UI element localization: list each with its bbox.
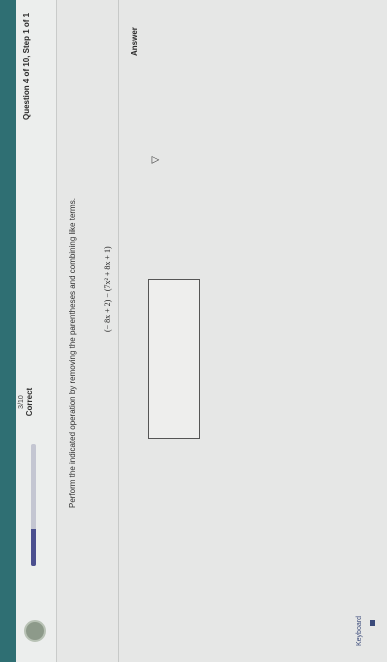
question-label: Question 4 of 10, Step 1 of 1 — [22, 12, 31, 120]
progress-bar — [31, 444, 36, 566]
progress-fill — [31, 529, 36, 566]
user-avatar-icon[interactable] — [24, 620, 46, 642]
top-bar — [0, 0, 16, 662]
score-label: Correct — [25, 387, 34, 417]
answer-label: Answer — [130, 27, 139, 56]
math-expression: (− 8x + 2) − (7x² + 8x + 1) — [103, 246, 112, 332]
score-fraction: 3/10 — [18, 395, 25, 409]
mouse-cursor-icon: ▷ — [151, 154, 160, 166]
keyboard-button[interactable]: Keyboard — [356, 616, 363, 646]
rotated-page: Question 4 of 10, Step 1 of 1 3/10 Corre… — [0, 0, 387, 662]
section-divider — [118, 0, 119, 662]
score-indicator: 3/10 Correct — [18, 382, 34, 422]
keyboard-icon[interactable] — [370, 620, 375, 626]
question-instruction: Perform the indicated operation by remov… — [68, 198, 77, 508]
answer-input[interactable] — [148, 279, 200, 439]
